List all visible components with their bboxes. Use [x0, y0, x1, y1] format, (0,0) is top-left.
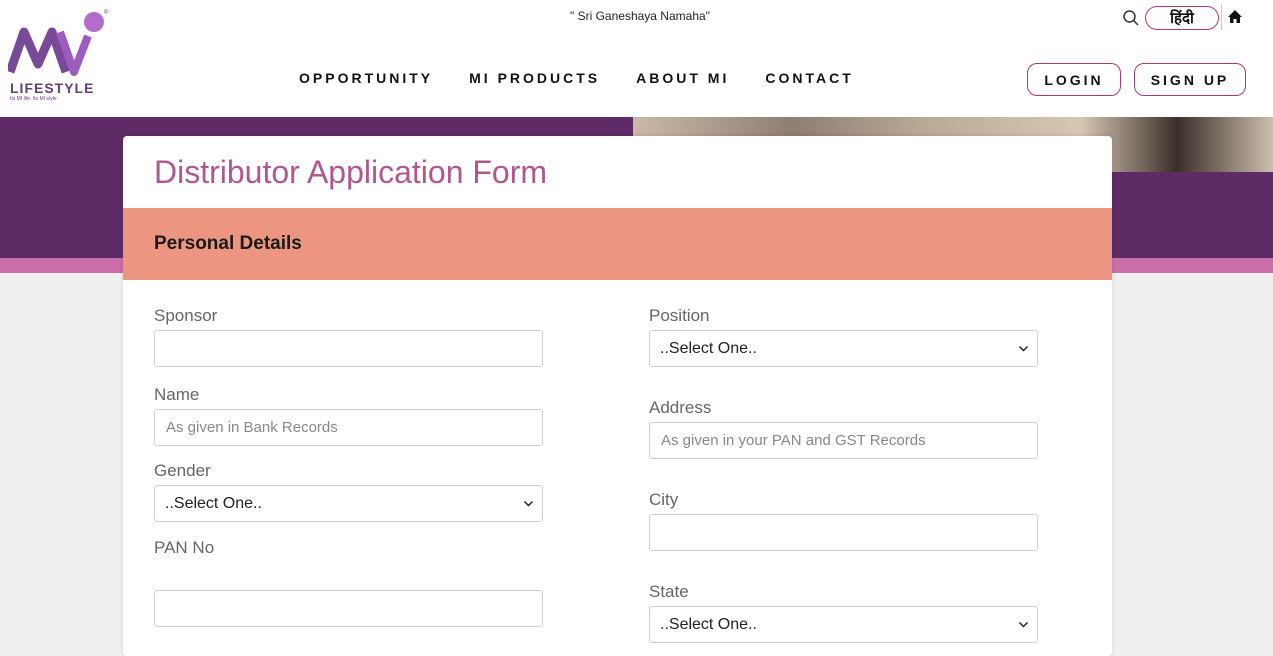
main-nav: OPPORTUNITY MI PRODUCTS ABOUT MI CONTACT: [299, 70, 854, 86]
section-title: Personal Details: [154, 233, 302, 254]
logo-subtext: Its MI life. Its MI style: [10, 96, 57, 102]
state-selected-value: ..Select One..: [660, 615, 757, 633]
sign-up-button[interactable]: SIGN UP: [1134, 63, 1246, 96]
personal-details-header: Personal Details: [123, 208, 1112, 280]
chevron-down-icon: [523, 500, 534, 507]
header-divider: [1221, 4, 1222, 30]
search-icon[interactable]: [1122, 9, 1140, 27]
logo-text: LIFESTYLE: [10, 80, 95, 96]
nav-contact[interactable]: CONTACT: [765, 70, 853, 86]
position-select[interactable]: ..Select One..: [649, 330, 1038, 367]
svg-text:®: ®: [104, 9, 109, 16]
pan-input[interactable]: [154, 590, 543, 627]
application-form-card: Distributor Application Form Personal De…: [123, 136, 1112, 656]
address-input[interactable]: [649, 422, 1038, 459]
state-select[interactable]: ..Select One..: [649, 606, 1038, 643]
tagline: " Sri Ganeshaya Namaha": [570, 9, 710, 23]
state-label: State: [649, 582, 689, 601]
sponsor-input[interactable]: [154, 330, 543, 367]
name-input[interactable]: [154, 409, 543, 446]
form-title: Distributor Application Form: [154, 154, 548, 190]
gender-select[interactable]: ..Select One..: [154, 485, 543, 522]
gender-selected-value: ..Select One..: [165, 494, 262, 512]
login-button[interactable]: LOGIN: [1027, 63, 1121, 96]
chevron-down-icon: [1018, 345, 1029, 352]
site-header: ® LIFESTYLE Its MI life. Its MI style " …: [0, 0, 1273, 117]
home-icon[interactable]: [1227, 9, 1243, 25]
address-label: Address: [649, 398, 712, 417]
chevron-down-icon: [1018, 621, 1029, 628]
pan-label: PAN No: [154, 538, 215, 557]
name-label: Name: [154, 385, 200, 404]
logo-mark-icon: ®: [5, 9, 109, 76]
position-label: Position: [649, 306, 710, 325]
city-label: City: [649, 490, 679, 509]
language-toggle-button[interactable]: हिंदी: [1145, 6, 1219, 30]
mi-lifestyle-logo[interactable]: ® LIFESTYLE Its MI life. Its MI style: [5, 8, 112, 104]
sponsor-label: Sponsor: [154, 306, 218, 325]
position-selected-value: ..Select One..: [660, 339, 757, 357]
city-input[interactable]: [649, 514, 1038, 551]
gender-label: Gender: [154, 461, 211, 480]
nav-opportunity[interactable]: OPPORTUNITY: [299, 70, 433, 86]
nav-about-mi[interactable]: ABOUT MI: [636, 70, 729, 86]
nav-mi-products[interactable]: MI PRODUCTS: [469, 70, 600, 86]
